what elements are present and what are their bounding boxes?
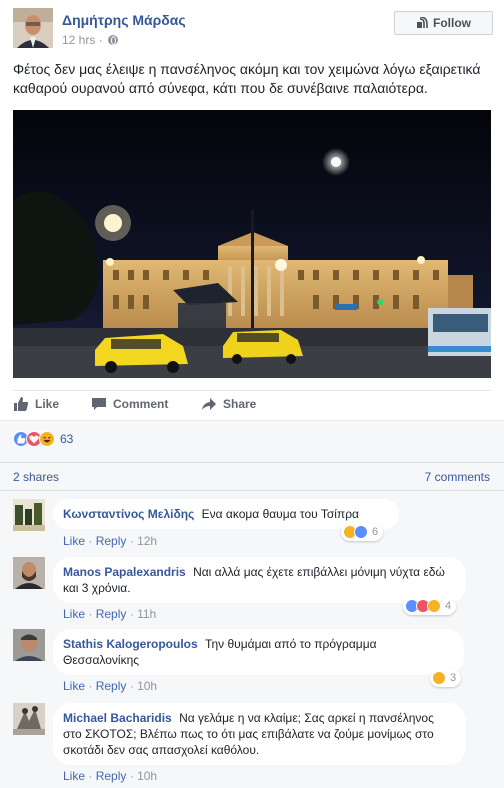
comment-bubble: Michael Bacharidis Να γελάμε η να κλαίμε… [53, 703, 466, 765]
comment-reaction-count: 3 [450, 672, 457, 684]
comment-reactions[interactable]: 3 [430, 669, 462, 687]
separator-dot: · [88, 607, 96, 621]
comment-reactions[interactable]: 6 [341, 523, 384, 541]
comment-like-link[interactable]: Like [63, 679, 85, 693]
follow-button[interactable]: Follow [394, 11, 493, 35]
comment-item: Κωνσταντίνος Μελίδης Ενα ακομα θαυμα του… [13, 499, 493, 557]
separator-dot: · [88, 769, 96, 783]
commenter-name[interactable]: Manos Papalexandris [63, 565, 186, 579]
comment-time[interactable]: 11h [137, 607, 156, 621]
night-photo-parliament [13, 110, 491, 378]
like-label: Like [35, 397, 60, 411]
separator-dot: · [129, 534, 138, 548]
comments-list: Κωνσταντίνος Μελίδης Ενα ακομα θαυμα του… [0, 490, 504, 788]
post-timestamp[interactable]: 12 hrs · [62, 33, 119, 47]
comment-footer: Like · Reply · 11h [63, 607, 156, 621]
comment-like-link[interactable]: Like [63, 607, 85, 621]
follow-label: Follow [433, 16, 471, 30]
comment-reaction-count: 4 [445, 600, 452, 612]
post-header: Δημήτρης Μάρδας 12 hrs · Follow [13, 8, 493, 52]
comment-footer: Like · Reply · 10h [63, 769, 157, 783]
commenter-avatar[interactable] [13, 499, 45, 531]
haha-icon [427, 599, 441, 613]
comment-footer: Like · Reply · 12h [63, 534, 157, 548]
comment-reply-link[interactable]: Reply [96, 679, 127, 693]
post-card: Δημήτρης Μάρδας 12 hrs · Follow Φέτος δε… [0, 0, 504, 788]
author-name[interactable]: Δημήτρης Μάρδας [62, 12, 186, 28]
commenter-name[interactable]: Michael Bacharidis [63, 711, 172, 725]
like-icon [354, 525, 368, 539]
reactions-summary[interactable]: 63 [13, 429, 73, 449]
comment-bubble: Manos Papalexandris Ναι αλλά μας έχετε ε… [53, 557, 466, 603]
separator-dot: · [129, 679, 138, 693]
separator-dot: · [129, 769, 138, 783]
like-button[interactable]: Like [13, 396, 59, 412]
commenter-avatar[interactable] [13, 557, 45, 589]
commenter-avatar[interactable] [13, 629, 45, 661]
haha-icon [39, 431, 55, 447]
comment-reaction-count: 6 [372, 526, 379, 538]
post-photo[interactable] [13, 110, 491, 378]
comment-reply-link[interactable]: Reply [96, 607, 127, 621]
post-text: Φέτος δεν μας έλειψε η πανσέληνος ακόμη … [13, 61, 481, 96]
comment-like-link[interactable]: Like [63, 534, 85, 548]
comment-bubble: Stathis Kalogeropoulos Την θυμάμαι από τ… [53, 629, 464, 675]
comment-reply-link[interactable]: Reply [96, 769, 127, 783]
commenter-avatar[interactable] [13, 703, 45, 735]
comment-item: Michael Bacharidis Να γελάμε η να κλαίμε… [13, 703, 493, 787]
post-stats: 2 shares 7 comments [0, 462, 504, 488]
separator-dot: · [129, 607, 138, 621]
comment-item: Manos Papalexandris Ναι αλλά μας έχετε ε… [13, 557, 493, 623]
globe-icon [108, 35, 119, 45]
comment-label: Comment [113, 397, 169, 411]
comment-button[interactable]: Comment [91, 396, 168, 412]
commenter-name[interactable]: Κωνσταντίνος Μελίδης [63, 507, 194, 521]
comment-like-link[interactable]: Like [63, 769, 85, 783]
author-avatar[interactable] [13, 8, 53, 48]
share-label: Share [223, 397, 257, 411]
haha-icon [432, 671, 446, 685]
thumbs-up-icon [14, 397, 29, 411]
reaction-count[interactable]: 63 [60, 432, 73, 446]
post-action-bar: Like Comment Share [13, 390, 491, 418]
comment-time[interactable]: 10h [137, 769, 157, 783]
follow-icon [416, 16, 428, 29]
comment-time[interactable]: 10h [137, 679, 157, 693]
comment-text: Ενα ακομα θαυμα του Τσίπρα [201, 507, 359, 521]
comment-footer: Like · Reply · 10h [63, 679, 157, 693]
comment-time[interactable]: 12h [137, 534, 157, 548]
separator-dot: · [98, 33, 103, 47]
commenter-name[interactable]: Stathis Kalogeropoulos [63, 637, 198, 651]
share-arrow-icon [202, 398, 216, 410]
separator-dot: · [88, 679, 96, 693]
share-button[interactable]: Share [201, 396, 256, 412]
comment-icon [92, 398, 106, 410]
comment-reactions[interactable]: 4 [403, 597, 457, 615]
post-time[interactable]: 12 hrs [62, 33, 95, 47]
shares-count[interactable]: 2 shares [13, 470, 59, 484]
separator-dot: · [88, 534, 96, 548]
comments-count[interactable]: 7 comments [425, 470, 490, 484]
comment-reply-link[interactable]: Reply [96, 534, 127, 548]
comment-item: Stathis Kalogeropoulos Την θυμάμαι από τ… [13, 629, 493, 695]
